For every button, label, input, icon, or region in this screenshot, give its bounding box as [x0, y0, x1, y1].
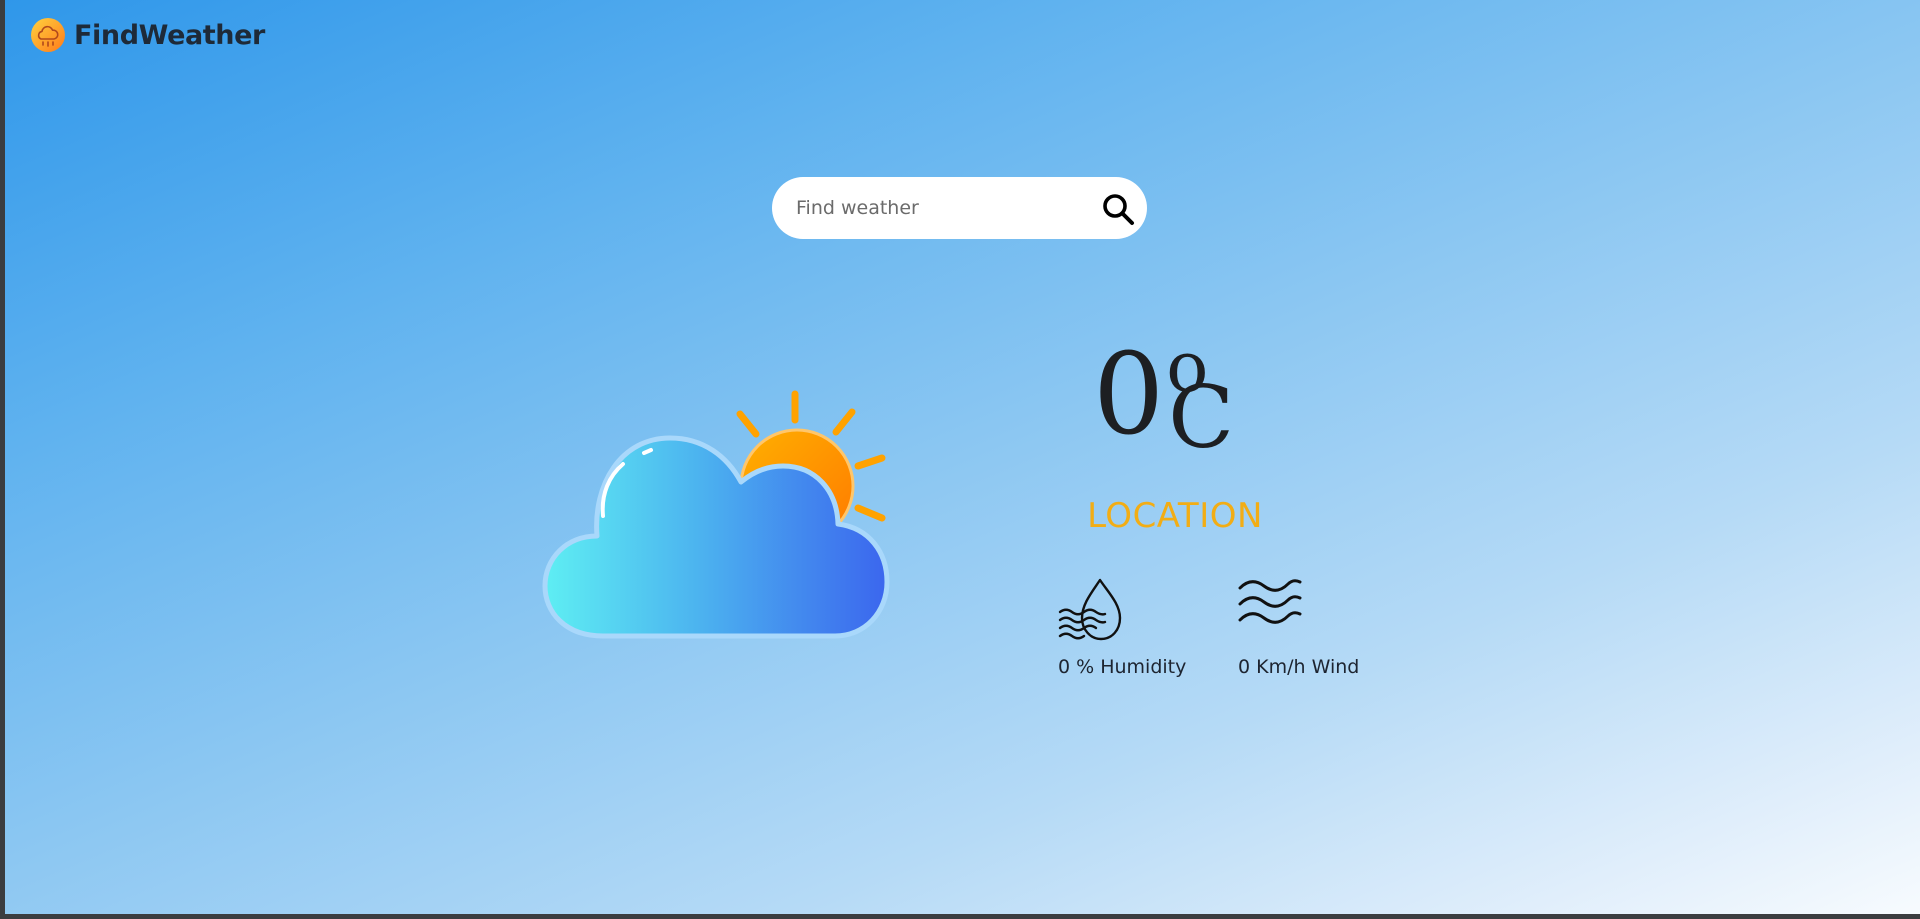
humidity-icon	[1058, 578, 1122, 641]
wind-label: 0 Km/h Wind	[1238, 656, 1360, 678]
temperature-display: 0oC	[1093, 327, 1256, 468]
wind-stat: 0 Km/h Wind	[1238, 574, 1359, 678]
sun-behind-cloud-icon	[542, 390, 890, 639]
temperature-value: 0	[1093, 330, 1165, 460]
search-bar	[772, 177, 1147, 239]
location-label: LOCATION	[1087, 496, 1263, 536]
humidity-stat: 0 % Humidity	[1058, 574, 1186, 678]
temperature-unit: C	[1168, 368, 1235, 468]
app-window: FindWeather Find weather 0 o C LOCATION …	[5, 0, 1920, 914]
weather-illustration	[535, 386, 895, 646]
search-icon	[1103, 194, 1134, 225]
wind-icon	[1238, 579, 1302, 624]
search-button[interactable]	[1101, 192, 1135, 226]
humidity-label: 0 % Humidity	[1058, 656, 1187, 678]
search-input[interactable]	[796, 177, 1096, 239]
app-name: FindWeather	[74, 19, 265, 51]
brand[interactable]: FindWeather	[30, 16, 265, 54]
weather-logo-icon	[31, 18, 65, 52]
